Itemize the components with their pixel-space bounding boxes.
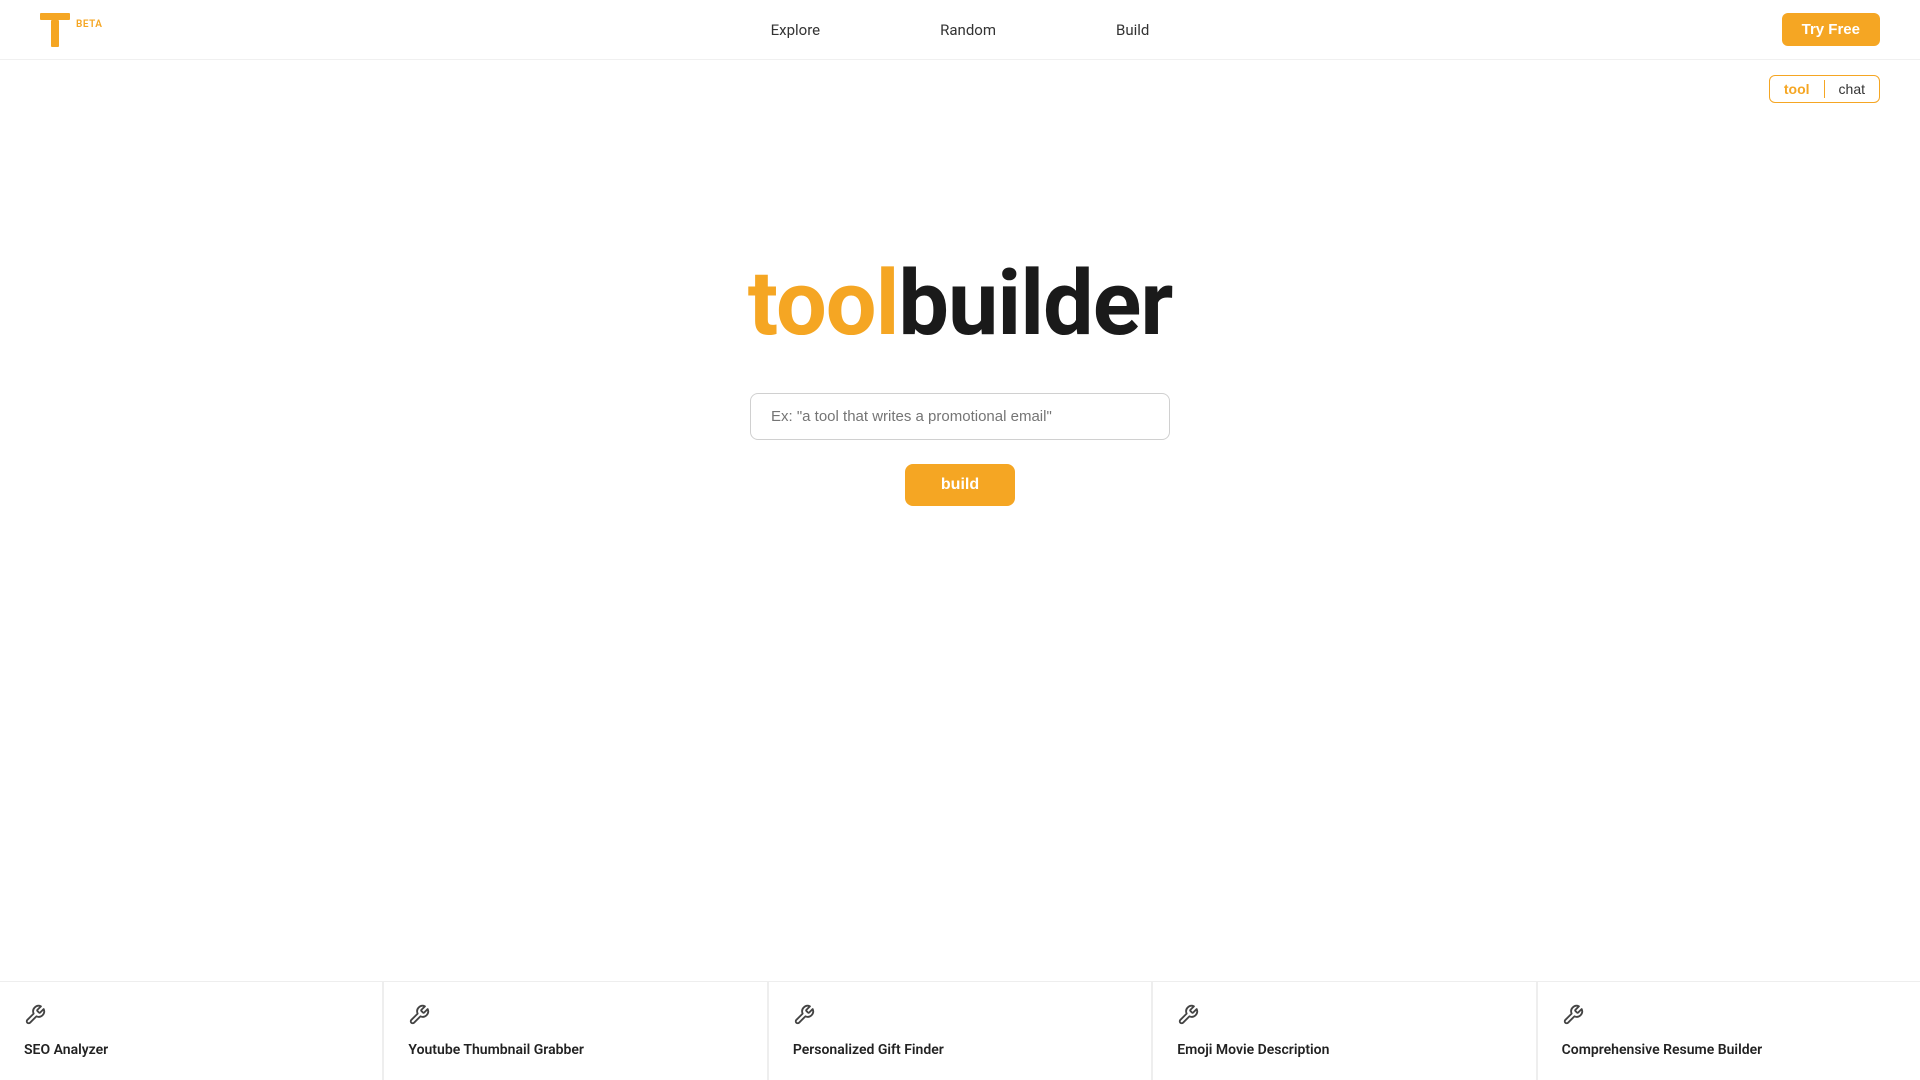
mode-chat-button[interactable]: chat bbox=[1825, 76, 1879, 102]
hero-section: toolbuilder build bbox=[0, 60, 1920, 660]
tool-card-seo-analyzer[interactable]: SEO Analyzer bbox=[0, 981, 383, 1080]
tool-card-title-gift: Personalized Gift Finder bbox=[793, 1042, 944, 1058]
mode-toggle: tool chat bbox=[1769, 75, 1880, 103]
hero-title: toolbuilder bbox=[748, 254, 1173, 353]
tool-card-title-emoji: Emoji Movie Description bbox=[1177, 1042, 1329, 1058]
hero-title-builder: builder bbox=[898, 251, 1172, 356]
tool-card-icon-gift bbox=[793, 1004, 1127, 1031]
tool-card-title-youtube: Youtube Thumbnail Grabber bbox=[408, 1042, 584, 1058]
tool-description-input[interactable] bbox=[750, 393, 1170, 440]
try-free-button[interactable]: Try Free bbox=[1782, 13, 1880, 46]
tool-card-emoji-movie[interactable]: Emoji Movie Description bbox=[1152, 981, 1536, 1080]
build-button[interactable]: build bbox=[905, 464, 1015, 506]
navbar-right: Try Free bbox=[1782, 13, 1880, 46]
nav-build[interactable]: Build bbox=[1116, 21, 1149, 39]
page-wrapper: BETA Explore Random Build Try Free tool … bbox=[0, 0, 1920, 1080]
tool-card-icon-emoji bbox=[1177, 1004, 1511, 1031]
mode-tool-button[interactable]: tool bbox=[1770, 76, 1824, 102]
logo[interactable]: BETA bbox=[40, 13, 102, 47]
navbar: BETA Explore Random Build Try Free bbox=[0, 0, 1920, 60]
tool-card-icon-resume bbox=[1562, 1004, 1896, 1031]
beta-badge: BETA bbox=[76, 19, 102, 30]
navbar-center: Explore Random Build bbox=[771, 21, 1150, 39]
nav-explore[interactable]: Explore bbox=[771, 21, 821, 39]
tool-card-gift-finder[interactable]: Personalized Gift Finder bbox=[768, 981, 1152, 1080]
tool-cards-row: SEO Analyzer Youtube Thumbnail Grabber P… bbox=[0, 981, 1920, 1080]
tool-card-youtube-thumbnail[interactable]: Youtube Thumbnail Grabber bbox=[383, 981, 767, 1080]
logo-icon bbox=[40, 13, 70, 47]
tool-card-resume-builder[interactable]: Comprehensive Resume Builder bbox=[1537, 981, 1920, 1080]
nav-random[interactable]: Random bbox=[940, 21, 996, 39]
tool-card-icon-youtube bbox=[408, 1004, 742, 1031]
hero-title-tool: tool bbox=[748, 251, 899, 356]
hero-input-container bbox=[750, 393, 1170, 440]
navbar-left: BETA bbox=[40, 13, 102, 47]
tool-card-title-resume: Comprehensive Resume Builder bbox=[1562, 1042, 1763, 1058]
tool-card-icon-seo bbox=[24, 1004, 358, 1031]
tool-card-title-seo: SEO Analyzer bbox=[24, 1042, 108, 1058]
